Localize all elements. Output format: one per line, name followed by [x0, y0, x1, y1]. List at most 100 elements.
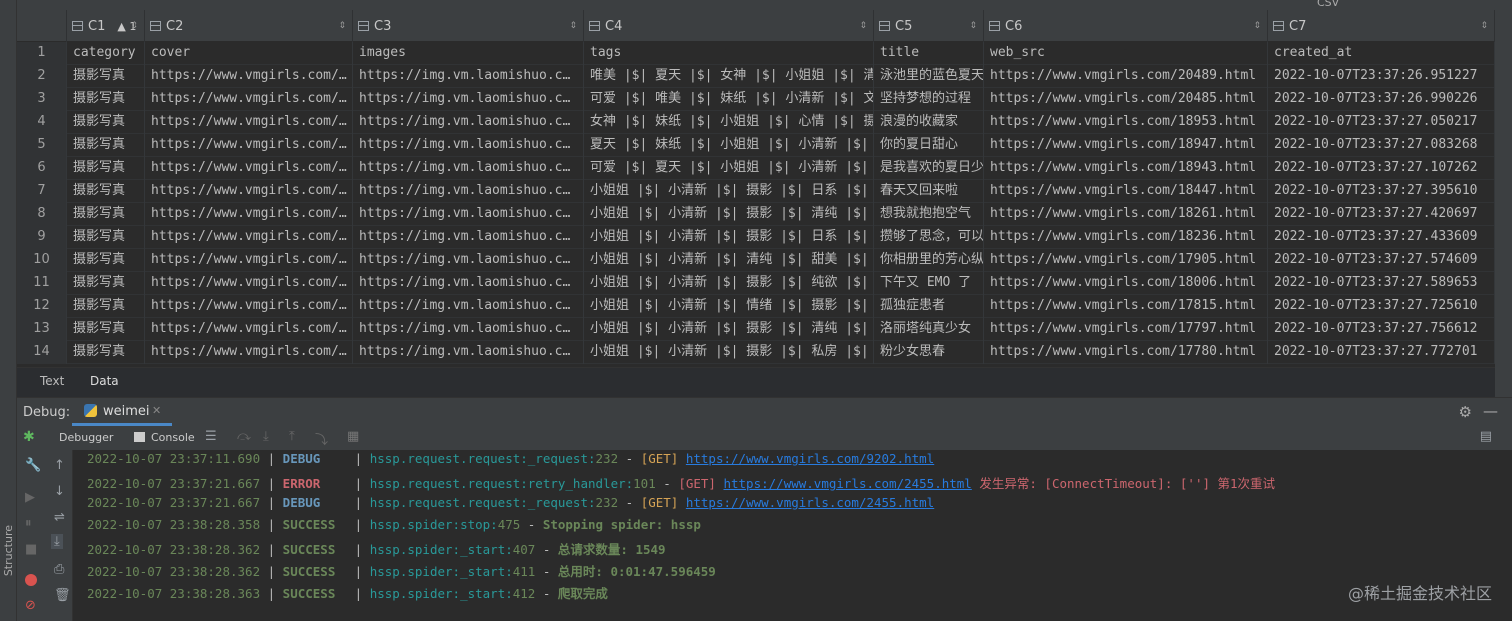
table-cell[interactable]: https://www.vmgirls.com/… — [145, 157, 353, 180]
layout-icon[interactable]: ▤ — [1480, 429, 1492, 444]
log-url-link[interactable]: https://www.vmgirls.com/2455.html — [686, 495, 934, 510]
table-cell[interactable]: category — [67, 42, 145, 65]
table-cell[interactable]: 可爱 |$| 夏天 |$| 小姐姐 |$| 小清新 |$| — [584, 157, 874, 180]
sort-toggle-icon[interactable]: ⇕ — [338, 21, 346, 31]
close-icon[interactable]: ✕ — [152, 404, 161, 417]
table-cell[interactable]: 攒够了思念，可以 — [874, 226, 984, 249]
table-row[interactable]: 10 摄影写真 https://www.vmgirls.com/… https://i… — [17, 249, 1495, 272]
table-cell[interactable]: web_src — [984, 42, 1268, 65]
table-cell[interactable]: 女神 |$| 妹纸 |$| 小姐姐 |$| 心情 |$| 摄 — [584, 111, 874, 134]
table-cell[interactable]: https://www.vmgirls.com/… — [145, 180, 353, 203]
table-cell[interactable]: 唯美 |$| 夏天 |$| 女神 |$| 小姐姐 |$| 清 — [584, 65, 874, 88]
scroll-to-end-icon[interactable]: ⤓ — [51, 534, 63, 549]
sort-toggle-icon[interactable]: ⇕ — [130, 21, 138, 31]
table-cell[interactable]: 摄影写真 — [67, 88, 145, 111]
row-number[interactable]: 2 — [17, 65, 67, 88]
table-cell[interactable]: https://www.vmgirls.com/18447.html — [984, 180, 1268, 203]
table-cell[interactable]: 可爱 |$| 唯美 |$| 妹纸 |$| 小清新 |$| 文 — [584, 88, 874, 111]
table-cell[interactable]: https://img.vm.laomishuo.c… — [353, 157, 584, 180]
down-arrow-icon[interactable]: ↓ — [54, 484, 65, 499]
table-cell[interactable]: 摄影写真 — [67, 180, 145, 203]
table-cell[interactable]: https://www.vmgirls.com/17815.html — [984, 295, 1268, 318]
table-cell[interactable]: 是我喜欢的夏日少 — [874, 157, 984, 180]
table-cell[interactable]: https://www.vmgirls.com/18006.html — [984, 272, 1268, 295]
table-cell[interactable]: https://www.vmgirls.com/20489.html — [984, 65, 1268, 88]
sort-toggle-icon[interactable]: ⇕ — [1253, 21, 1261, 31]
table-cell[interactable]: 2022-10-07T23:37:26.951227 — [1268, 65, 1495, 88]
row-number[interactable]: 14 — [17, 341, 67, 364]
evaluate-icon[interactable]: ▦ — [347, 429, 359, 444]
table-cell[interactable]: https://img.vm.laomishuo.c… — [353, 272, 584, 295]
table-cell[interactable]: https://www.vmgirls.com/… — [145, 226, 353, 249]
row-number[interactable]: 12 — [17, 295, 67, 318]
table-cell[interactable]: https://img.vm.laomishuo.c… — [353, 318, 584, 341]
table-cell[interactable]: https://img.vm.laomishuo.c… — [353, 111, 584, 134]
table-cell[interactable]: https://www.vmgirls.com/… — [145, 295, 353, 318]
step-over-icon[interactable]: ⤼ — [237, 429, 251, 444]
table-row[interactable]: 2 摄影写真 https://www.vmgirls.com/… https://im… — [17, 65, 1495, 88]
resume-icon[interactable]: ▶ — [25, 490, 35, 505]
log-url-link[interactable]: https://www.vmgirls.com/2455.html — [723, 476, 971, 491]
bug-icon[interactable]: ✱ — [23, 429, 35, 445]
sort-toggle-icon[interactable]: ⇕ — [1480, 21, 1488, 31]
table-row[interactable]: 11 摄影写真 https://www.vmgirls.com/… https://i… — [17, 272, 1495, 295]
table-cell[interactable]: https://www.vmgirls.com/18947.html — [984, 134, 1268, 157]
row-number[interactable]: 10 — [17, 249, 67, 272]
minimize-icon[interactable]: — — [1483, 402, 1498, 420]
table-cell[interactable]: 想我就抱抱空气 — [874, 203, 984, 226]
pause-icon[interactable]: ⏸ — [25, 516, 32, 531]
table-cell[interactable]: 小姐姐 |$| 小清新 |$| 摄影 |$| 私房 |$| — [584, 341, 874, 364]
table-cell[interactable]: 摄影写真 — [67, 203, 145, 226]
table-cell[interactable]: 小姐姐 |$| 小清新 |$| 摄影 |$| 清纯 |$| — [584, 203, 874, 226]
print-icon[interactable]: ⎙ — [54, 562, 64, 577]
table-cell[interactable]: https://www.vmgirls.com/17905.html — [984, 249, 1268, 272]
table-row[interactable]: 14 摄影写真 https://www.vmgirls.com/… https://i… — [17, 341, 1495, 364]
table-row[interactable]: 6 摄影写真 https://www.vmgirls.com/… https://im… — [17, 157, 1495, 180]
trash-icon[interactable]: 🗑 — [54, 588, 71, 603]
table-cell[interactable]: https://img.vm.laomishuo.c… — [353, 249, 584, 272]
table-cell[interactable]: 你相册里的芳心纵 — [874, 249, 984, 272]
table-row[interactable]: 3 摄影写真 https://www.vmgirls.com/… https://im… — [17, 88, 1495, 111]
table-cell[interactable]: https://www.vmgirls.com/17780.html — [984, 341, 1268, 364]
table-cell[interactable]: 摄影写真 — [67, 226, 145, 249]
table-cell[interactable]: 2022-10-07T23:37:27.050217 — [1268, 111, 1495, 134]
row-number[interactable]: 7 — [17, 180, 67, 203]
row-number[interactable]: 9 — [17, 226, 67, 249]
column-header-c5[interactable]: C5 ⇕ — [874, 10, 984, 42]
sort-toggle-icon[interactable]: ⇕ — [969, 21, 977, 31]
tab-data[interactable]: Data — [90, 374, 119, 388]
table-cell[interactable]: https://img.vm.laomishuo.c… — [353, 180, 584, 203]
table-cell[interactable]: 摄影写真 — [67, 65, 145, 88]
column-header-c3[interactable]: C3 ⇕ — [353, 10, 584, 42]
table-cell[interactable]: tags — [584, 42, 874, 65]
table-cell[interactable]: 坚持梦想的过程 — [874, 88, 984, 111]
column-header-c1[interactable]: C1 ▲ 1 ⇕ — [67, 10, 145, 42]
table-cell[interactable]: 2022-10-07T23:37:26.990226 — [1268, 88, 1495, 111]
table-cell[interactable]: 洛丽塔纯真少女 — [874, 318, 984, 341]
table-cell[interactable]: created_at — [1268, 42, 1495, 65]
table-cell[interactable]: https://www.vmgirls.com/18261.html — [984, 203, 1268, 226]
table-cell[interactable]: https://www.vmgirls.com/17797.html — [984, 318, 1268, 341]
table-cell[interactable]: 粉少女思春 — [874, 341, 984, 364]
table-cell[interactable]: https://www.vmgirls.com/… — [145, 272, 353, 295]
log-url-link[interactable]: https://www.vmgirls.com/9202.html — [686, 451, 934, 466]
table-cell[interactable]: 小姐姐 |$| 小清新 |$| 摄影 |$| 纯欲 |$| — [584, 272, 874, 295]
row-number[interactable]: 8 — [17, 203, 67, 226]
sort-toggle-icon[interactable]: ⇕ — [569, 21, 577, 31]
table-cell[interactable]: 小姐姐 |$| 小清新 |$| 摄影 |$| 日系 |$| — [584, 226, 874, 249]
table-row[interactable]: 1 category cover images tags title web_src crea… — [17, 42, 1495, 65]
table-cell[interactable]: https://www.vmgirls.com/20485.html — [984, 88, 1268, 111]
csv-format-label[interactable]: CSV — [1317, 0, 1339, 9]
soft-wrap-icon[interactable]: ⇌ — [54, 510, 65, 525]
table-cell[interactable]: https://www.vmgirls.com/… — [145, 111, 353, 134]
menu-icon[interactable]: ☰ — [205, 429, 217, 444]
table-cell[interactable]: 2022-10-07T23:37:27.574609 — [1268, 249, 1495, 272]
table-cell[interactable]: 孤独症患者 — [874, 295, 984, 318]
table-cell[interactable]: https://www.vmgirls.com/… — [145, 134, 353, 157]
console-tab[interactable]: Console — [151, 431, 195, 444]
table-cell[interactable]: 2022-10-07T23:37:27.083268 — [1268, 134, 1495, 157]
table-row[interactable]: 7 摄影写真 https://www.vmgirls.com/… https://im… — [17, 180, 1495, 203]
breakpoints-icon[interactable] — [25, 574, 37, 586]
table-cell[interactable]: 你的夏日甜心 — [874, 134, 984, 157]
structure-label[interactable]: Structure — [2, 525, 15, 576]
